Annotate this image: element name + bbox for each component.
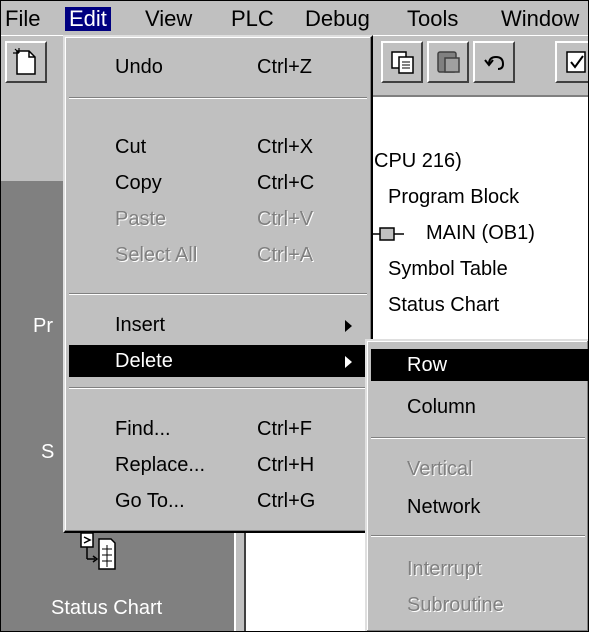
submenu-item-subroutine-label: Subroutine bbox=[407, 594, 504, 616]
menu-file[interactable]: File bbox=[1, 7, 44, 31]
submenu-item-interrupt: Interrupt bbox=[371, 553, 588, 585]
menu-tools[interactable]: Tools bbox=[403, 7, 462, 31]
nav-item-status-chart-label[interactable]: Status Chart bbox=[51, 597, 162, 620]
tree-item-symbol-table[interactable]: Symbol Table bbox=[388, 257, 508, 281]
menu-debug[interactable]: Debug bbox=[301, 7, 374, 31]
submenu-item-row-label: Row bbox=[407, 354, 448, 376]
undo-button[interactable] bbox=[473, 41, 515, 83]
menu-item-replace[interactable]: Replace... Ctrl+H bbox=[69, 449, 367, 481]
submenu-item-interrupt-label: Interrupt bbox=[407, 558, 482, 580]
menu-plc-label: PLC bbox=[231, 6, 274, 31]
menu-item-delete-label: Delete bbox=[115, 350, 173, 372]
menu-item-paste: Paste Ctrl+V bbox=[69, 203, 367, 235]
menu-plc[interactable]: PLC bbox=[227, 7, 278, 31]
menu-item-cut-shortcut: Ctrl+X bbox=[257, 136, 314, 158]
menu-debug-label: Debug bbox=[305, 6, 370, 31]
submenu-item-column[interactable]: Column bbox=[371, 391, 588, 423]
menu-bar: File Edit View PLC Debug Tools Window bbox=[1, 1, 588, 35]
menu-separator bbox=[371, 535, 585, 537]
menu-separator bbox=[69, 387, 367, 389]
check-document-icon bbox=[566, 51, 586, 73]
menu-item-go-to-label: Go To... bbox=[115, 490, 185, 512]
menu-item-replace-shortcut: Ctrl+H bbox=[257, 454, 315, 476]
check-button[interactable] bbox=[555, 41, 588, 83]
menu-item-delete[interactable]: Delete bbox=[69, 345, 367, 377]
tree-item-program-block[interactable]: Program Block bbox=[388, 185, 519, 209]
tree-item-main[interactable]: MAIN (OB1) bbox=[426, 221, 535, 245]
menu-item-find-label: Find... bbox=[115, 418, 171, 440]
edit-menu: Undo Ctrl+Z Cut Ctrl+X Copy Ctrl+C Paste… bbox=[63, 35, 373, 533]
paste-icon bbox=[391, 51, 414, 74]
menu-edit-label: Edit bbox=[69, 6, 107, 31]
menu-item-undo[interactable]: Undo Ctrl+Z bbox=[69, 51, 367, 83]
menu-item-insert[interactable]: Insert bbox=[69, 309, 367, 341]
menu-item-go-to-shortcut: Ctrl+G bbox=[257, 490, 316, 512]
delete-submenu: Row Column Vertical Network Interrupt Su… bbox=[365, 339, 588, 631]
clipboard-icon bbox=[437, 51, 460, 73]
new-button[interactable] bbox=[5, 41, 47, 83]
menu-tools-label: Tools bbox=[407, 6, 459, 31]
menu-window[interactable]: Window bbox=[497, 7, 583, 31]
program-block-icon bbox=[372, 227, 404, 241]
menu-item-select-all-label: Select All bbox=[115, 244, 198, 266]
menu-item-copy-label: Copy bbox=[115, 172, 162, 194]
submenu-item-column-label: Column bbox=[407, 396, 476, 418]
status-chart-icon[interactable] bbox=[79, 531, 119, 571]
menu-separator bbox=[371, 437, 585, 439]
menu-item-copy[interactable]: Copy Ctrl+C bbox=[69, 167, 367, 199]
navigation-bar-edge bbox=[1, 183, 37, 631]
menu-item-undo-shortcut: Ctrl+Z bbox=[257, 56, 312, 78]
menu-item-find[interactable]: Find... Ctrl+F bbox=[69, 413, 367, 445]
new-document-icon bbox=[13, 48, 36, 75]
nav-item-symbol-table-label[interactable]: S bbox=[41, 441, 54, 464]
nav-item-program-block-label[interactable]: Pr bbox=[33, 315, 53, 338]
submenu-item-vertical: Vertical bbox=[371, 453, 588, 485]
menu-item-replace-label: Replace... bbox=[115, 454, 206, 476]
submenu-item-vertical-label: Vertical bbox=[407, 458, 473, 480]
app-window: File Edit View PLC Debug Tools Window Pr… bbox=[0, 0, 589, 632]
menu-window-label: Window bbox=[501, 6, 580, 31]
menu-item-undo-label: Undo bbox=[115, 56, 163, 78]
menu-item-paste-label: Paste bbox=[115, 208, 167, 230]
submenu-item-subroutine: Subroutine bbox=[371, 589, 588, 621]
tree-item-status-chart[interactable]: Status Chart bbox=[388, 293, 499, 317]
submenu-arrow-icon bbox=[345, 356, 352, 368]
menu-view-label: View bbox=[145, 6, 193, 31]
submenu-item-row[interactable]: Row bbox=[371, 349, 588, 381]
submenu-item-network-label: Network bbox=[407, 496, 481, 518]
menu-item-go-to[interactable]: Go To... Ctrl+G bbox=[69, 485, 367, 517]
menu-view[interactable]: View bbox=[141, 7, 196, 31]
undo-icon bbox=[484, 55, 505, 70]
clipboard-button[interactable] bbox=[427, 41, 469, 83]
menu-item-cut[interactable]: Cut Ctrl+X bbox=[69, 131, 367, 163]
menu-edit[interactable]: Edit bbox=[65, 7, 111, 31]
menu-item-select-all-shortcut: Ctrl+A bbox=[257, 244, 314, 266]
submenu-item-network[interactable]: Network bbox=[371, 491, 588, 523]
menu-file-label: File bbox=[5, 6, 41, 31]
menu-item-select-all: Select All Ctrl+A bbox=[69, 239, 367, 271]
menu-item-paste-shortcut: Ctrl+V bbox=[257, 208, 314, 230]
menu-item-copy-shortcut: Ctrl+C bbox=[257, 172, 315, 194]
menu-separator bbox=[69, 293, 367, 295]
menu-separator bbox=[69, 97, 367, 99]
menu-item-insert-label: Insert bbox=[115, 314, 166, 336]
submenu-arrow-icon bbox=[345, 320, 352, 332]
paste-button[interactable] bbox=[381, 41, 423, 83]
menu-item-find-shortcut: Ctrl+F bbox=[257, 418, 312, 440]
tree-item-cpu[interactable]: CPU 216) bbox=[374, 149, 462, 173]
menu-item-cut-label: Cut bbox=[115, 136, 147, 158]
